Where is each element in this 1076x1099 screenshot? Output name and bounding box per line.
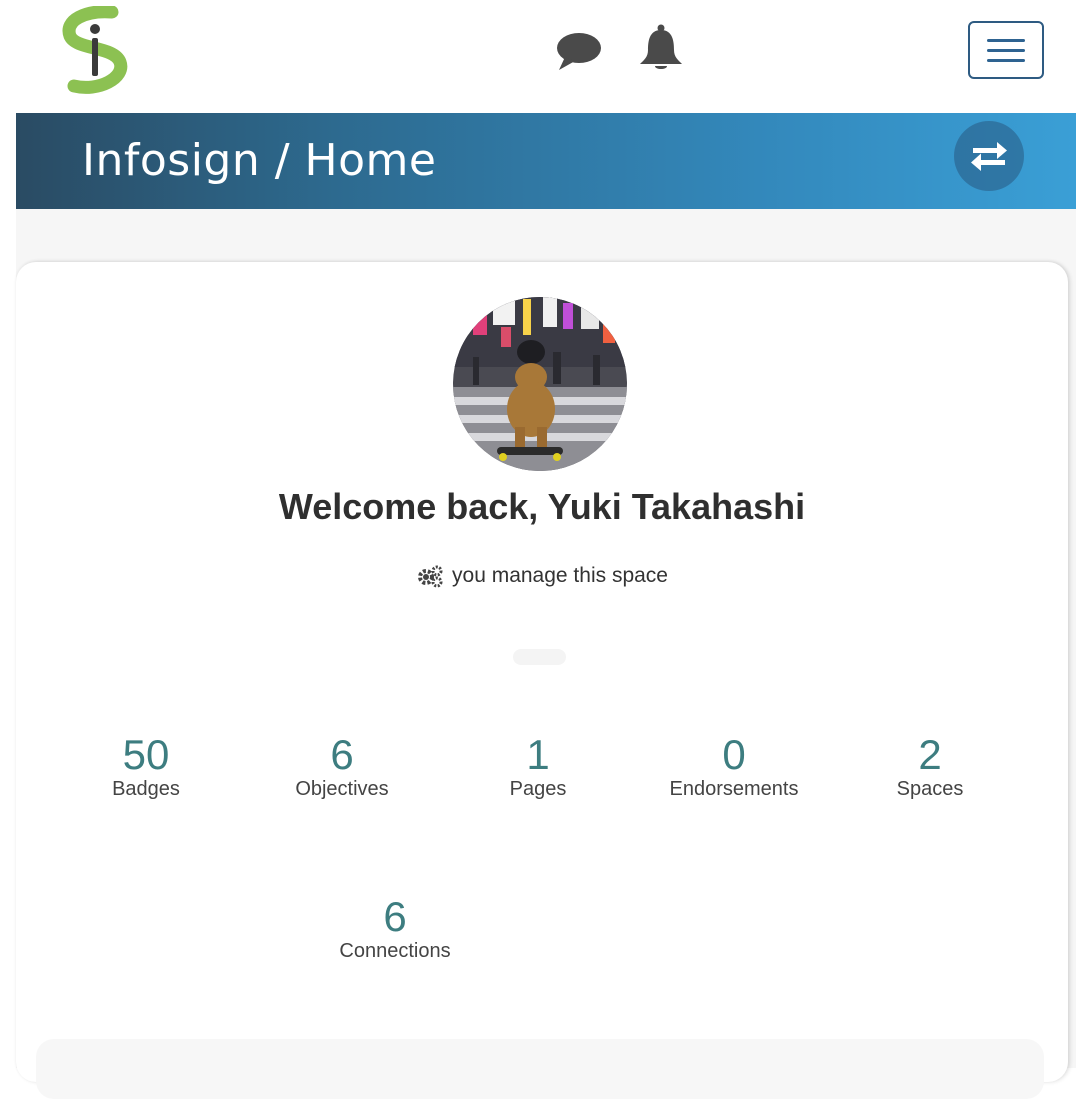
switch-space-button[interactable] <box>954 121 1024 191</box>
avatar[interactable] <box>453 297 627 471</box>
carousel-indicator[interactable] <box>513 649 566 665</box>
menu-bar <box>987 48 1025 52</box>
menu-toggle-button[interactable] <box>968 21 1044 79</box>
stat-connections[interactable]: 6 Connections <box>295 894 495 963</box>
page-header-banner: Infosign / Home <box>16 113 1076 209</box>
menu-bar <box>987 38 1025 42</box>
welcome-heading: Welcome back, Yuki Takahashi <box>278 486 806 527</box>
manage-space-text: you manage this space <box>452 564 668 587</box>
next-section-panel <box>36 1039 1044 1099</box>
stat-value: 1 <box>526 731 550 778</box>
stat-spaces[interactable]: 2 Spaces <box>830 732 1030 801</box>
stat-label: Pages <box>509 778 567 800</box>
manage-space-note: you manage this space <box>16 564 1068 588</box>
stat-label: Endorsements <box>669 778 799 800</box>
swap-arrows-icon <box>971 142 1007 171</box>
stat-objectives[interactable]: 6 Objectives <box>242 732 442 801</box>
gears-icon <box>418 565 443 588</box>
menu-bar <box>987 58 1025 62</box>
stat-value: 50 <box>122 731 170 778</box>
stat-badges[interactable]: 50 Badges <box>46 732 246 801</box>
stat-label: Badges <box>112 778 180 800</box>
stat-value: 6 <box>330 731 354 778</box>
stat-label: Spaces <box>896 778 964 800</box>
profile-card: Welcome back, Yuki Takahashi you manage … <box>16 262 1068 1099</box>
top-navbar <box>0 0 1076 113</box>
infosign-logo[interactable] <box>58 5 132 94</box>
chat-icon[interactable] <box>555 30 603 72</box>
bell-icon[interactable] <box>638 24 684 72</box>
stat-label: Connections <box>339 940 451 962</box>
stat-endorsements[interactable]: 0 Endorsements <box>634 732 834 801</box>
logo-icon <box>62 5 128 94</box>
stat-value: 0 <box>722 731 746 778</box>
stat-value: 6 <box>383 893 407 940</box>
stat-label: Objectives <box>295 778 389 800</box>
stat-pages[interactable]: 1 Pages <box>438 732 638 801</box>
stat-value: 2 <box>918 731 942 778</box>
page-title: Infosign / Home <box>82 135 437 186</box>
